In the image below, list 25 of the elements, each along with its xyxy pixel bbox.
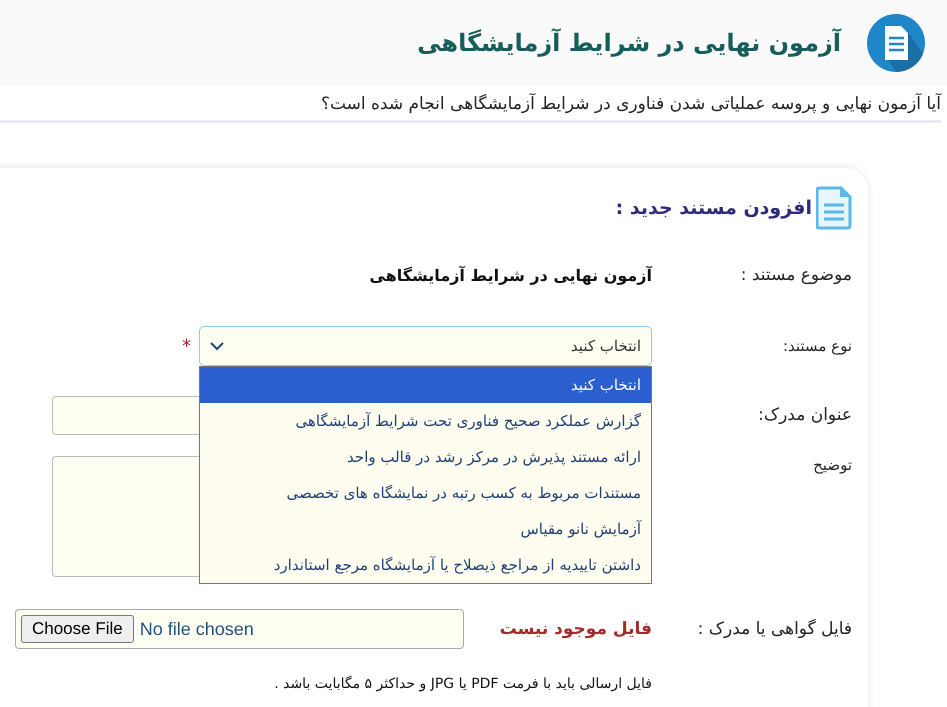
required-mark: * <box>182 336 191 356</box>
field-label: نوع مستند: <box>782 337 852 355</box>
dropdown-option[interactable]: انتخاب کنید <box>200 367 651 403</box>
dropdown-option[interactable]: داشتن تاییدیه از مراجع ذیصلاح یا آزمایشگاه مرجع استاندارد <box>200 547 651 583</box>
file-name: No file chosen <box>140 618 254 640</box>
dropdown-option[interactable]: آزمایش نانو مقیاس <box>200 511 651 547</box>
dropdown-option[interactable]: گزارش عملکرد صحیح فناوری تحت شرایط آزمایشگاهی <box>200 403 651 439</box>
document-icon <box>867 14 925 72</box>
page-title: آزمون نهایی در شرایط آزمایشگاهی <box>417 29 841 57</box>
question-text: آیا آزمون نهایی و پروسه عملیاتی شدن فناوری در شرایط آزمایشگاهی انجام شده است؟ <box>0 86 941 123</box>
document-type-select[interactable]: انتخاب کنید <box>199 326 652 366</box>
chevron-down-icon <box>210 342 224 350</box>
dropdown-option[interactable]: مستندات مربوط به کسب رتبه در نمایشگاه های تخصصی <box>200 475 651 511</box>
subject-value: آزمون نهایی در شرایط آزمایشگاهی <box>369 266 652 284</box>
file-format-note: فایل ارسالی باید با فرمت PDF یا JPG و حداکثر ۵ مگابایت باشد . <box>274 676 652 692</box>
section-title: افزودن مستند جدید : <box>616 197 812 219</box>
field-label: فایل گواهی یا مدرک : <box>698 619 852 639</box>
file-status: فایل موجود نیست <box>498 619 652 639</box>
field-label: موضوع مستند : <box>740 265 852 285</box>
choose-file-button[interactable]: Choose File <box>21 615 134 643</box>
file-input[interactable]: Choose File No file chosen <box>15 609 464 649</box>
field-label: عنوان مدرک: <box>758 405 852 425</box>
document-icon <box>816 186 852 230</box>
dropdown-option[interactable]: ارائه مستند پذیرش در مرکز رشد در قالب واحد <box>200 439 651 475</box>
field-label: توضیح <box>813 456 852 474</box>
